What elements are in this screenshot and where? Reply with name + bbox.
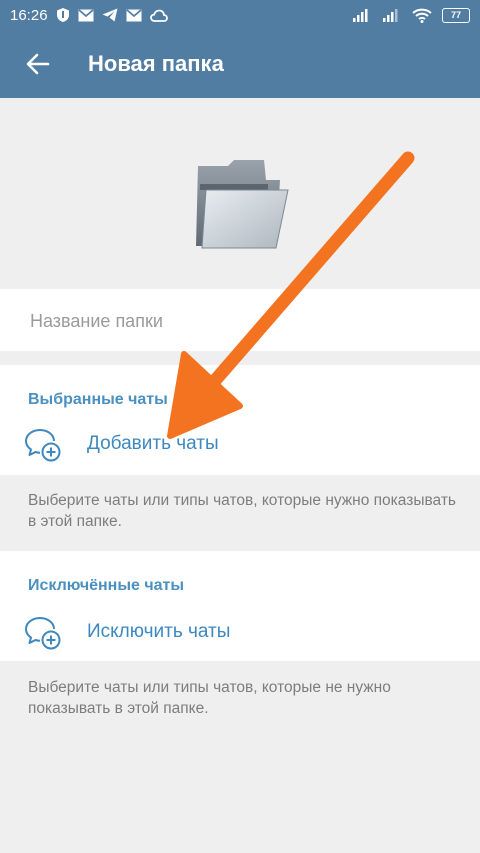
- app-bar: Новая папка: [0, 30, 480, 98]
- chat-add-icon: [25, 617, 61, 650]
- back-button[interactable]: [8, 30, 68, 98]
- add-chats-label: Добавить чаты: [87, 433, 219, 454]
- mail-icon: [125, 8, 142, 22]
- wifi-icon: [412, 8, 432, 23]
- excluded-chats-section: Исключённые чаты Исключить чаты: [0, 551, 480, 661]
- folder-icon: [196, 160, 289, 249]
- status-bar: 16:26 77: [0, 0, 480, 30]
- status-bar-left: 16:26: [10, 7, 168, 24]
- signal-icon: [352, 8, 372, 22]
- folder-name-input[interactable]: [28, 303, 452, 339]
- gmail-icon: [77, 8, 94, 22]
- exclude-chats-button[interactable]: Исключить чаты: [0, 605, 480, 659]
- add-chats-button[interactable]: Добавить чаты: [0, 417, 480, 471]
- excluded-chats-header: Исключённые чаты: [28, 577, 185, 594]
- page-title: Новая папка: [88, 51, 224, 76]
- included-chats-header: Выбранные чаты: [28, 391, 168, 408]
- status-bar-right: 77: [352, 7, 470, 23]
- battery-icon: 77: [442, 7, 470, 23]
- telegram-icon: [102, 8, 118, 22]
- folder-illustration-area: [0, 98, 480, 288]
- excluded-chats-hint: Выберите чаты или типы чатов, которые не…: [28, 679, 391, 717]
- folder-name-section: [0, 289, 480, 351]
- exclude-chats-label: Исключить чаты: [87, 621, 231, 642]
- status-time: 16:26: [10, 6, 48, 24]
- cloud-icon: [149, 9, 168, 22]
- included-chats-hint: Выберите чаты или типы чатов, которые ну…: [28, 492, 456, 530]
- arrow-left-icon: [26, 53, 50, 75]
- shield-icon: [56, 7, 70, 23]
- chat-add-icon: [25, 429, 61, 462]
- included-chats-section: Выбранные чаты Добавить чаты: [0, 365, 480, 475]
- signal-2-icon: [382, 8, 402, 22]
